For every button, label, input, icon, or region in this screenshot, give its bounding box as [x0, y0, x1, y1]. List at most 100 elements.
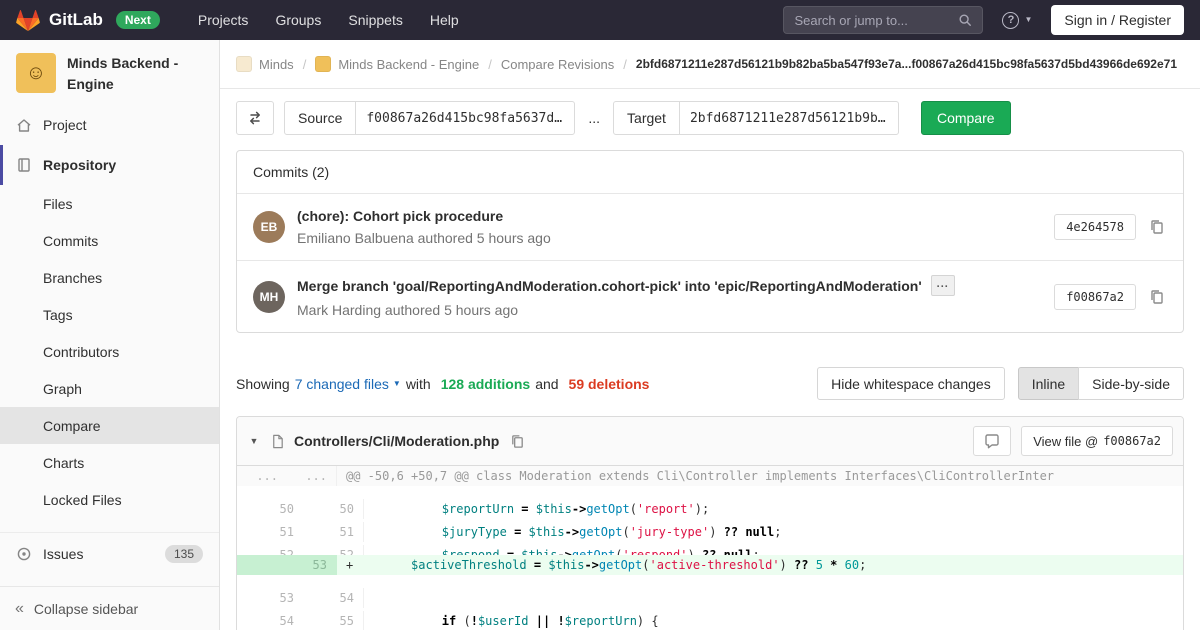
repository-submenu: Files Commits Branches Tags Contributors… — [0, 185, 219, 518]
and-label: and — [535, 376, 558, 392]
breadcrumb-separator — [488, 57, 492, 72]
group-avatar — [236, 56, 252, 72]
diff-row: 5354 — [237, 575, 1183, 598]
copy-icon — [510, 434, 525, 449]
sidebar-item-compare[interactable]: Compare — [0, 407, 219, 444]
diff-file-name[interactable]: Controllers/Cli/Moderation.php — [294, 433, 499, 449]
code-line: @@ -50,6 +50,7 @@ class Moderation exten… — [337, 466, 1183, 486]
swap-revisions-button[interactable] — [236, 101, 274, 135]
help-menu[interactable]: ? ▼ — [1002, 12, 1032, 29]
new-line-number[interactable]: 54 — [314, 588, 364, 608]
collapse-file-caret-icon[interactable]: ▼ — [247, 436, 261, 446]
sidebar-item-label: Repository — [43, 157, 116, 173]
main-content: Minds Minds Backend - Engine Compare Rev… — [220, 40, 1200, 630]
sidebar-item-label: Issues — [43, 546, 83, 562]
breadcrumb-current-range: 2bfd6871211e287d56121b9b82ba5ba547f93e7a… — [636, 57, 1177, 71]
sidebar-item-repository[interactable]: Repository — [0, 145, 219, 185]
sidebar-item-issues[interactable]: Issues 135 — [0, 532, 219, 574]
copy-sha-button[interactable] — [1147, 217, 1167, 237]
code-line: if (!$userId || !$reportUrn) { — [375, 611, 1167, 630]
sidebar-item-charts[interactable]: Charts — [0, 444, 219, 481]
new-line-number[interactable]: 51 — [314, 522, 364, 542]
sidebar-item-project[interactable]: Project — [0, 105, 219, 145]
swap-icon — [247, 110, 263, 126]
target-label[interactable]: Target — [613, 101, 680, 135]
new-line-number[interactable]: 50 — [314, 499, 364, 519]
sidebar-item-files[interactable]: Files — [0, 185, 219, 222]
old-line-number[interactable]: 51 — [253, 522, 303, 542]
commits-panel: Commits (2) EB (chore): Cohort pick proc… — [236, 150, 1184, 333]
search-input[interactable] — [794, 13, 952, 28]
avatar: MH — [253, 281, 285, 313]
sidebar-item-locked-files[interactable]: Locked Files — [0, 481, 219, 518]
sidebar-item-tags[interactable]: Tags — [0, 296, 219, 333]
changed-files-dropdown[interactable]: 7 changed files ▼ — [295, 376, 401, 392]
sidebar-item-contributors[interactable]: Contributors — [0, 333, 219, 370]
showing-label: Showing — [236, 376, 290, 392]
search-box[interactable] — [783, 6, 983, 34]
inline-view-button[interactable]: Inline — [1018, 367, 1079, 400]
sign-in-button[interactable]: Sign in / Register — [1051, 5, 1184, 35]
next-badge: Next — [116, 11, 160, 29]
commit-title-link[interactable]: Merge branch 'goal/ReportingAndModeratio… — [297, 278, 922, 294]
commit-row: EB (chore): Cohort pick procedure Emilia… — [237, 194, 1183, 260]
diff-file-header: ▼ Controllers/Cli/Moderation.php View fi… — [237, 417, 1183, 466]
old-line-number[interactable] — [237, 555, 287, 575]
project-avatar: ☺ — [16, 53, 56, 93]
expand-commit-message-button[interactable]: ... — [931, 275, 955, 296]
toggle-comments-button[interactable] — [973, 426, 1011, 456]
new-line-number[interactable]: 55 — [314, 611, 364, 630]
avatar: EB — [253, 211, 285, 243]
commit-sha[interactable]: f00867a2 — [1054, 284, 1136, 310]
nav-groups[interactable]: Groups — [275, 12, 321, 28]
commit-actions: f00867a2 — [1054, 284, 1167, 310]
breadcrumb-compare-revisions[interactable]: Compare Revisions — [501, 57, 614, 72]
sidebar-item-graph[interactable]: Graph — [0, 370, 219, 407]
sidebar-item-commits[interactable]: Commits — [0, 222, 219, 259]
range-dots: ... — [588, 110, 600, 126]
sidebar-item-branches[interactable]: Branches — [0, 259, 219, 296]
nav-projects[interactable]: Projects — [198, 12, 249, 28]
search-icon — [958, 13, 972, 27]
new-line-number[interactable]: ... — [287, 466, 337, 486]
breadcrumb-project[interactable]: Minds Backend - Engine — [338, 57, 479, 72]
side-by-side-view-button[interactable]: Side-by-side — [1078, 367, 1184, 400]
page-shell: ☺ Minds Backend - Engine Project Reposit… — [0, 40, 1200, 630]
breadcrumb-separator — [623, 57, 627, 72]
new-line-number[interactable]: 53 — [287, 555, 337, 575]
gitlab-logo[interactable]: GitLab Next — [16, 9, 160, 32]
commit-info: (chore): Cohort pick procedure Emiliano … — [297, 208, 551, 246]
old-line-number[interactable]: 54 — [253, 611, 303, 630]
copy-icon — [1149, 219, 1165, 235]
commit-sha[interactable]: 4e264578 — [1054, 214, 1136, 240]
commit-meta: Emiliano Balbuena authored 5 hours ago — [297, 230, 551, 246]
code-line: + $activeThreshold = $this->getOpt('acti… — [337, 555, 1183, 575]
collapse-sidebar-button[interactable]: « Collapse sidebar — [0, 586, 219, 630]
project-context[interactable]: ☺ Minds Backend - Engine — [0, 40, 219, 105]
old-line-number[interactable]: 53 — [253, 588, 303, 608]
commit-actions: 4e264578 — [1054, 214, 1167, 240]
copy-sha-button[interactable] — [1147, 287, 1167, 307]
compare-form: Source ... Target Compare — [236, 101, 1184, 135]
commit-row: MH Merge branch 'goal/ReportingAndModera… — [237, 260, 1183, 332]
source-label[interactable]: Source — [284, 101, 356, 135]
breadcrumb-group[interactable]: Minds — [259, 57, 294, 72]
old-line-number[interactable]: 50 — [253, 499, 303, 519]
old-line-number[interactable]: ... — [237, 466, 287, 486]
top-navbar: GitLab Next Projects Groups Snippets Hel… — [0, 0, 1200, 40]
compare-button[interactable]: Compare — [921, 101, 1011, 135]
view-file-button[interactable]: View file @ f00867a2 — [1021, 426, 1173, 456]
copy-file-path-button[interactable] — [508, 432, 527, 451]
nav-help[interactable]: Help — [430, 12, 459, 28]
breadcrumb: Minds Minds Backend - Engine Compare Rev… — [220, 40, 1200, 89]
additions-count: 128 additions — [441, 376, 530, 392]
chevron-down-icon: ▼ — [393, 380, 401, 388]
commit-info: Merge branch 'goal/ReportingAndModeratio… — [297, 275, 955, 318]
hide-whitespace-button[interactable]: Hide whitespace changes — [817, 367, 1005, 400]
source-input[interactable] — [355, 101, 575, 135]
commit-title-link[interactable]: (chore): Cohort pick procedure — [297, 208, 503, 224]
copy-icon — [1149, 289, 1165, 305]
tanuki-icon — [16, 9, 40, 32]
nav-snippets[interactable]: Snippets — [348, 12, 402, 28]
target-input[interactable] — [679, 101, 899, 135]
